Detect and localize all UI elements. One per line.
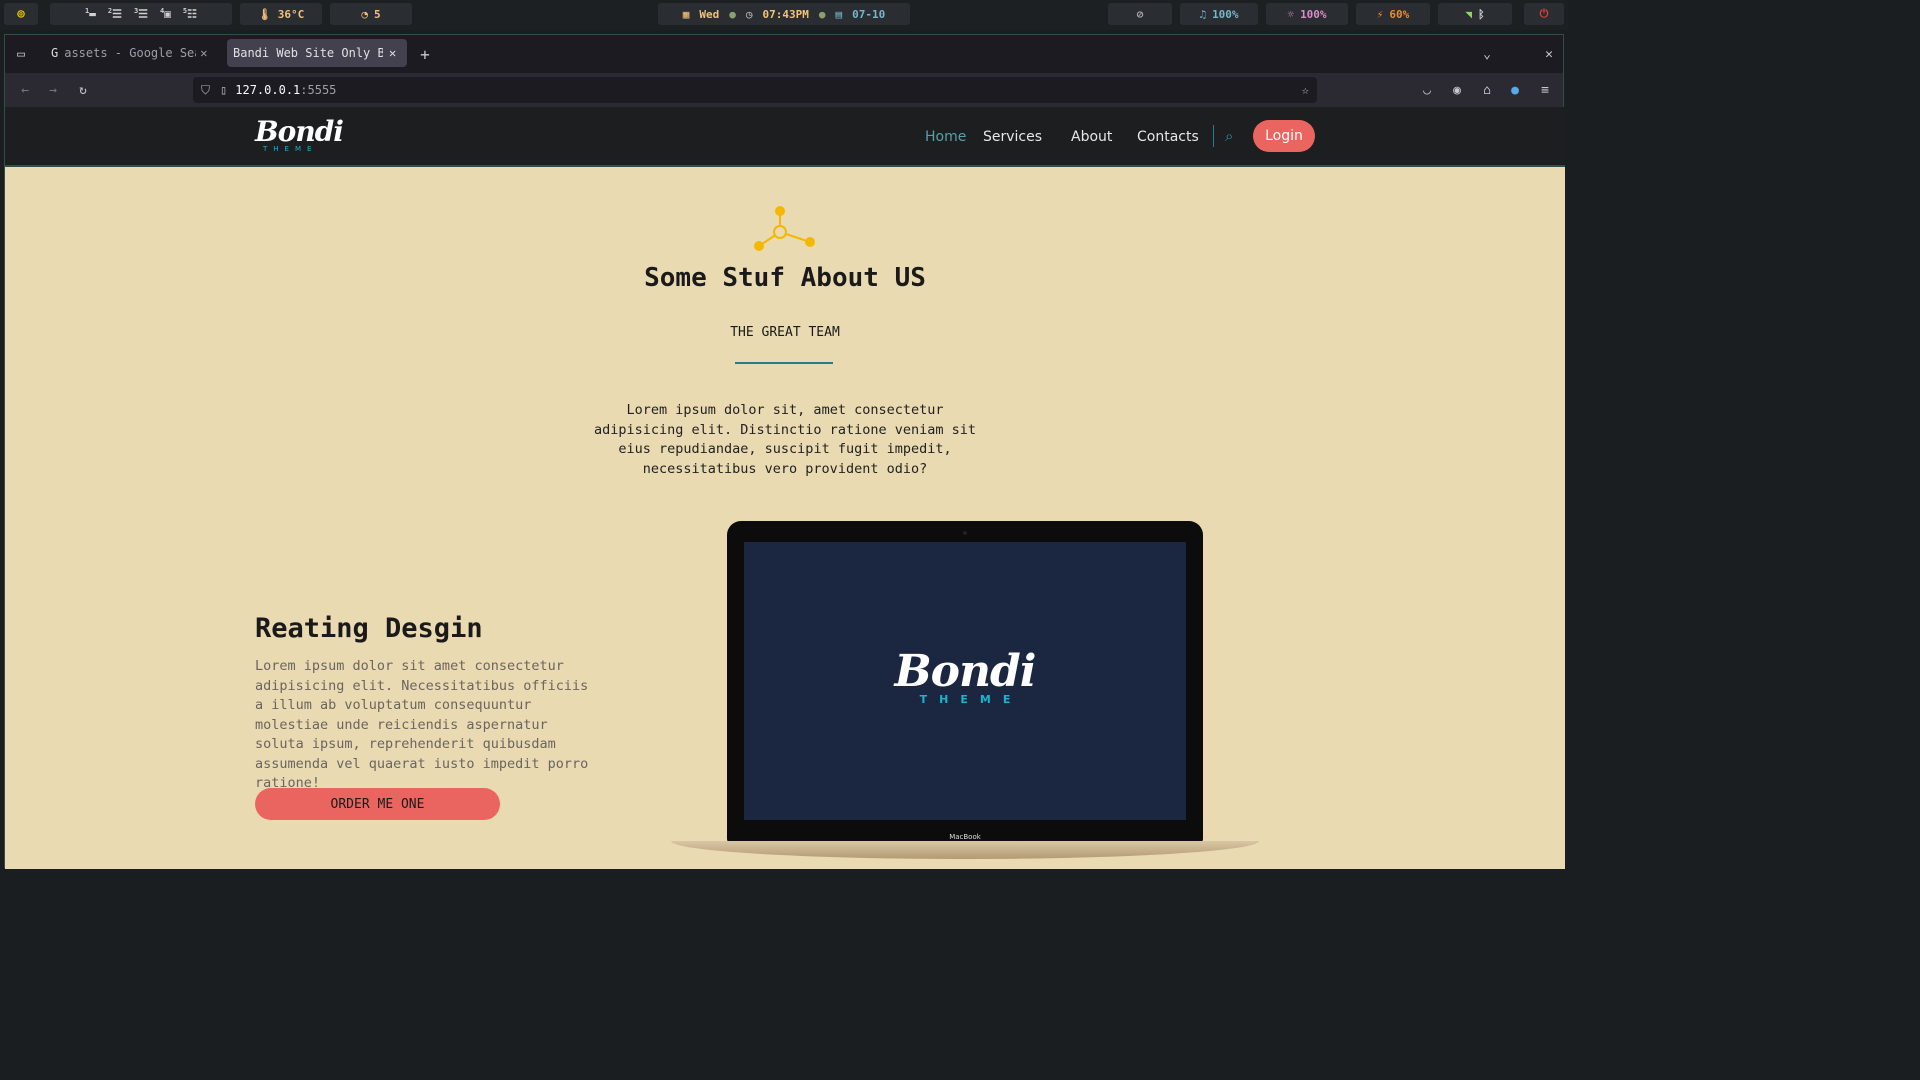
launcher-icon[interactable]: ⊚ bbox=[4, 3, 38, 25]
workspace-4[interactable]: 4▣ bbox=[160, 7, 171, 21]
battery-widget: ⚡ 60% bbox=[1356, 3, 1430, 25]
brightness-widget[interactable]: ☼ 100% bbox=[1266, 3, 1348, 25]
clock-icon: ◷ bbox=[745, 7, 753, 21]
feature-title: Reating Desgin bbox=[255, 613, 483, 644]
volume-widget[interactable]: ♫ 100% bbox=[1180, 3, 1258, 25]
workspace-switcher[interactable]: 1▬ 2☰ 3☰ 4▣ 5☷ bbox=[50, 3, 232, 25]
page-icon: ▯ bbox=[220, 83, 228, 97]
screen-logo: Bondi THEME bbox=[894, 646, 1036, 706]
site-logo[interactable]: Bondi THEME bbox=[255, 115, 344, 159]
network-widget[interactable]: ◥ ᛒ bbox=[1438, 3, 1512, 25]
date-icon: ▤ bbox=[835, 7, 843, 21]
workspace-2[interactable]: 2☰ bbox=[108, 7, 122, 21]
nav-services[interactable]: Services bbox=[983, 107, 1042, 167]
pocket-icon[interactable]: ◡ bbox=[1417, 80, 1437, 100]
shield-icon: ⛉ bbox=[201, 82, 211, 97]
laptop-brand-label: MacBook bbox=[949, 833, 981, 841]
nav-contacts[interactable]: Contacts bbox=[1137, 107, 1199, 167]
tab-bar: ▭ G assets - Google Sea ✕ Bandi Web Site… bbox=[5, 35, 1563, 73]
camera-dot bbox=[963, 531, 967, 535]
section-description: Lorem ipsum dolor sit, amet consectetur … bbox=[593, 402, 976, 477]
url-bar[interactable]: ⛉ ▯ 127.0.0.1:5555 ☆ bbox=[193, 77, 1317, 103]
bluetooth-icon: ᛒ bbox=[1478, 7, 1485, 21]
temperature-widget: 🌡 36°C bbox=[240, 3, 322, 25]
power-icon[interactable]: ⏻ bbox=[1524, 3, 1564, 25]
menu-icon[interactable]: ≡ bbox=[1535, 80, 1555, 100]
section-divider bbox=[735, 362, 833, 364]
site-navbar: Bondi THEME Home Services About Contacts… bbox=[5, 107, 1565, 167]
workspace-1[interactable]: 1▬ bbox=[85, 7, 96, 21]
section-subtitle: THE GREAT TEAM bbox=[730, 325, 840, 340]
close-tab-icon[interactable]: ✕ bbox=[200, 46, 207, 60]
system-bar: ⊚ 1▬ 2☰ 3☰ 4▣ 5☷ 🌡 36°C ◔ 5 ▦ Wed ● ◷ 07:4… bbox=[0, 0, 1568, 30]
reload-icon[interactable]: ↻ bbox=[73, 80, 93, 100]
nav-divider bbox=[1213, 125, 1214, 147]
about-section: Some Stuf About US THE GREAT TEAM Lorem … bbox=[5, 167, 1565, 867]
clock-widget: ▦ Wed ● ◷ 07:43PM ● ▤ 07-10 bbox=[658, 3, 910, 25]
calendar-icon: ▦ bbox=[682, 7, 690, 21]
nav-home[interactable]: Home bbox=[925, 107, 966, 167]
search-icon[interactable]: ⌕ bbox=[1225, 127, 1233, 145]
eye-off-icon[interactable]: ⊘ bbox=[1108, 3, 1172, 25]
tab-list-icon[interactable]: ⌄ bbox=[1477, 44, 1497, 64]
plug-icon: ⚡ bbox=[1376, 7, 1384, 21]
laptop-base bbox=[671, 841, 1259, 859]
close-tab-icon[interactable]: ✕ bbox=[389, 46, 396, 60]
feature-description: Lorem ipsum dolor sit amet consectetur a… bbox=[255, 658, 589, 791]
login-button[interactable]: Login bbox=[1253, 120, 1315, 152]
new-tab-icon[interactable]: + bbox=[415, 44, 435, 64]
tab-bandi[interactable]: Bandi Web Site Only B ✕ bbox=[227, 39, 407, 67]
browser-window: ▭ G assets - Google Sea ✕ Bandi Web Site… bbox=[4, 34, 1565, 869]
extension-app-icon[interactable]: ● bbox=[1505, 80, 1525, 100]
laptop-screen: Bondi THEME bbox=[744, 542, 1186, 820]
section-title: Some Stuf About US bbox=[644, 263, 926, 293]
brightness-icon: ☼ bbox=[1287, 7, 1295, 21]
google-icon: G bbox=[51, 46, 59, 60]
account-icon[interactable]: ◉ bbox=[1447, 80, 1467, 100]
back-icon[interactable]: ← bbox=[15, 80, 35, 100]
headphones-icon: ♫ bbox=[1199, 7, 1207, 21]
nav-about[interactable]: About bbox=[1071, 107, 1112, 167]
workspace-3[interactable]: 3☰ bbox=[134, 7, 148, 21]
browser-toolbar: ← → ↻ ⛉ ▯ 127.0.0.1:5555 ☆ ◡ ◉ ⌂ ● ≡ bbox=[5, 73, 1563, 107]
tab-assets[interactable]: G assets - Google Sea ✕ bbox=[45, 39, 223, 67]
close-window-icon[interactable]: ✕ bbox=[1539, 44, 1559, 64]
gpu-widget: ◔ 5 bbox=[330, 3, 412, 25]
web-page: Bondi THEME Home Services About Contacts… bbox=[5, 107, 1565, 869]
wifi-icon: ◥ bbox=[1465, 7, 1472, 21]
laptop-image: Bondi THEME MacBook bbox=[727, 521, 1203, 843]
bookmark-star-icon[interactable]: ☆ bbox=[1302, 83, 1309, 97]
extensions-icon[interactable]: ⌂ bbox=[1477, 80, 1497, 100]
forward-icon[interactable]: → bbox=[43, 80, 63, 100]
workspace-5[interactable]: 5☷ bbox=[183, 7, 197, 21]
molecule-icon bbox=[754, 206, 815, 251]
order-button[interactable]: ORDER ME ONE bbox=[255, 788, 500, 820]
tab-overview-icon[interactable]: ▭ bbox=[11, 44, 31, 64]
thermometer-icon: 🌡 bbox=[257, 7, 272, 21]
gauge-icon: ◔ bbox=[361, 7, 368, 21]
